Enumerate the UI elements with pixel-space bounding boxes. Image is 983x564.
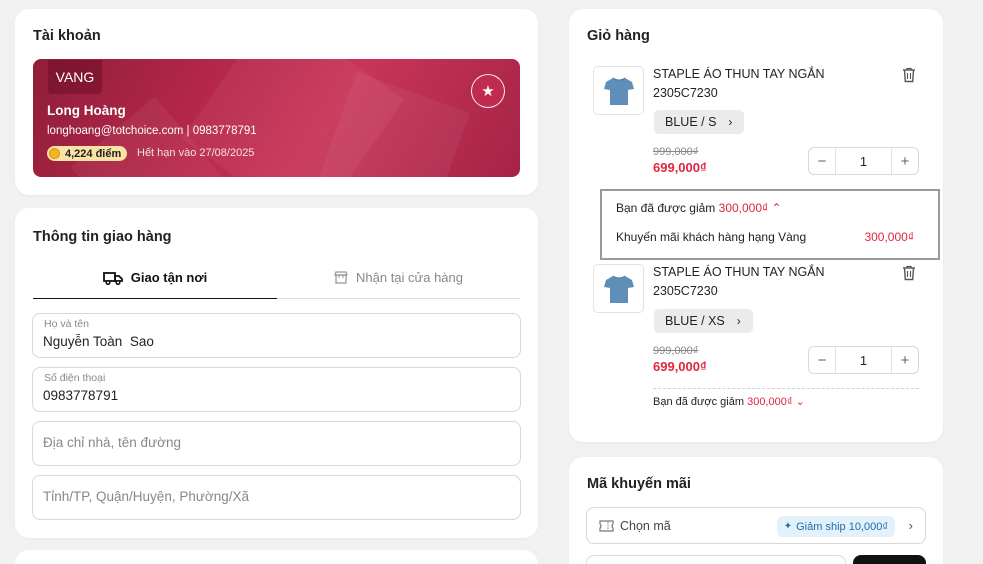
address-input[interactable] (43, 435, 510, 450)
region-input[interactable] (43, 489, 510, 504)
sale-price: 699,000₫ (653, 160, 707, 175)
discount-popup: Bạn đã được giảm 300,000₫ ⌃ Khuyến mãi k… (600, 189, 940, 260)
phone-field[interactable]: Số điện thoại (32, 367, 521, 412)
product-name[interactable]: STAPLE ÁO THUN TAY NGẮN 2305C7230 (653, 65, 853, 103)
popup-discount-label: Bạn đã được giảm (616, 201, 716, 215)
chevron-down-icon: ⌄ (795, 396, 805, 408)
coin-icon (49, 148, 60, 159)
variant-selector[interactable]: BLUE / S › (654, 110, 745, 134)
apply-promo-button[interactable] (853, 555, 926, 564)
truck-icon (102, 271, 123, 285)
discount-header[interactable]: Bạn đã được giảm 300,000₫ ⌃ (616, 201, 782, 215)
discount-detail-amount: 300,000₫ (864, 230, 914, 244)
discount-amount: 300,000₫ (747, 396, 793, 408)
shipping-title: Thông tin giao hàng (33, 229, 172, 245)
next-section-card (15, 550, 538, 564)
old-price: 999,000₫ (653, 345, 699, 357)
product-thumbnail[interactable] (593, 264, 644, 313)
chevron-right-icon: › (908, 518, 913, 533)
promo-chip[interactable]: ✦ Giảm ship 10,000₫ (776, 516, 895, 537)
promo-code-input[interactable] (586, 555, 846, 564)
sale-price: 699,000₫ (653, 359, 707, 374)
tab-delivery-label: Giao tận nơi (130, 270, 208, 285)
name-input[interactable] (43, 334, 510, 349)
variant-label: BLUE / S (665, 115, 717, 129)
trash-icon[interactable] (902, 67, 916, 83)
ticket-icon (599, 519, 614, 532)
variant-selector[interactable]: BLUE / XS › (654, 309, 753, 333)
name-field[interactable]: Họ và tên (32, 313, 521, 358)
member-name: Long Hoàng (47, 103, 126, 118)
trash-icon[interactable] (902, 265, 916, 281)
promo-title: Mã khuyến mãi (587, 476, 691, 492)
phone-input[interactable] (43, 388, 510, 403)
shipping-card: Thông tin giao hàng Giao tận nơi Nhận tạ… (15, 208, 538, 538)
increase-button[interactable]: + (892, 153, 918, 170)
chevron-right-icon: › (728, 115, 733, 129)
discount-label: Bạn đã được giảm (653, 396, 745, 408)
cart-title: Giỏ hàng (587, 28, 650, 44)
member-card: VANG Long Hoàng longhoang@totchoice.com … (33, 59, 520, 177)
old-price: 999,000₫ (653, 146, 699, 158)
discount-summary[interactable]: Bạn đã được giảm 300,000₫ ⌄ (653, 395, 805, 408)
sparkle-icon: ✦ (783, 521, 793, 532)
discount-detail-label: Khuyến mãi khách hàng hạng Vàng (616, 230, 807, 244)
variant-label: BLUE / XS (665, 314, 725, 328)
tier-badge: VANG (48, 60, 102, 94)
points-pill: 4,224 điểm (47, 146, 128, 161)
tshirt-icon (603, 275, 634, 303)
chevron-right-icon: › (736, 314, 741, 328)
quantity-stepper[interactable]: − 1 + (808, 346, 919, 374)
tab-pickup-label: Nhận tại cửa hàng (356, 270, 463, 285)
tab-delivery[interactable]: Giao tận nơi (33, 257, 277, 299)
points-expiry: Hết hạn vào 27/08/2025 (137, 147, 255, 159)
account-card: Tài khoản VANG Long Hoàng longhoang@totc… (15, 9, 538, 195)
name-field-label: Họ và tên (44, 318, 89, 330)
member-contact: longhoang@totchoice.com | 0983778791 (47, 125, 257, 137)
promo-chip-label: Giảm ship 10,000₫ (796, 520, 888, 533)
popup-discount-amount: 300,000₫ (718, 201, 769, 215)
promo-select-label: Chọn mã (620, 518, 671, 533)
chevron-up-icon: ⌃ (771, 201, 782, 215)
quantity-value[interactable]: 1 (835, 148, 892, 174)
promo-code-selector[interactable]: Chọn mã ✦ Giảm ship 10,000₫ › (586, 507, 926, 544)
product-thumbnail[interactable] (593, 66, 644, 115)
store-icon (334, 271, 348, 284)
increase-button[interactable]: + (892, 352, 918, 369)
decrease-button[interactable]: − (809, 352, 835, 369)
product-name[interactable]: STAPLE ÁO THUN TAY NGẮN 2305C7230 (653, 263, 853, 301)
region-field[interactable] (32, 475, 521, 520)
quantity-value[interactable]: 1 (835, 347, 892, 373)
phone-field-label: Số điện thoại (44, 372, 106, 384)
tab-pickup[interactable]: Nhận tại cửa hàng (277, 257, 520, 299)
star-icon: ★ (471, 74, 505, 108)
promo-card: Mã khuyến mãi Chọn mã ✦ Giảm ship 10,000… (569, 457, 943, 564)
account-title: Tài khoản (33, 28, 101, 44)
decrease-button[interactable]: − (809, 153, 835, 170)
tshirt-icon (603, 77, 634, 105)
item-divider (653, 388, 919, 389)
quantity-stepper[interactable]: − 1 + (808, 147, 919, 175)
address-field[interactable] (32, 421, 521, 466)
points-value: 4,224 điểm (65, 147, 122, 160)
